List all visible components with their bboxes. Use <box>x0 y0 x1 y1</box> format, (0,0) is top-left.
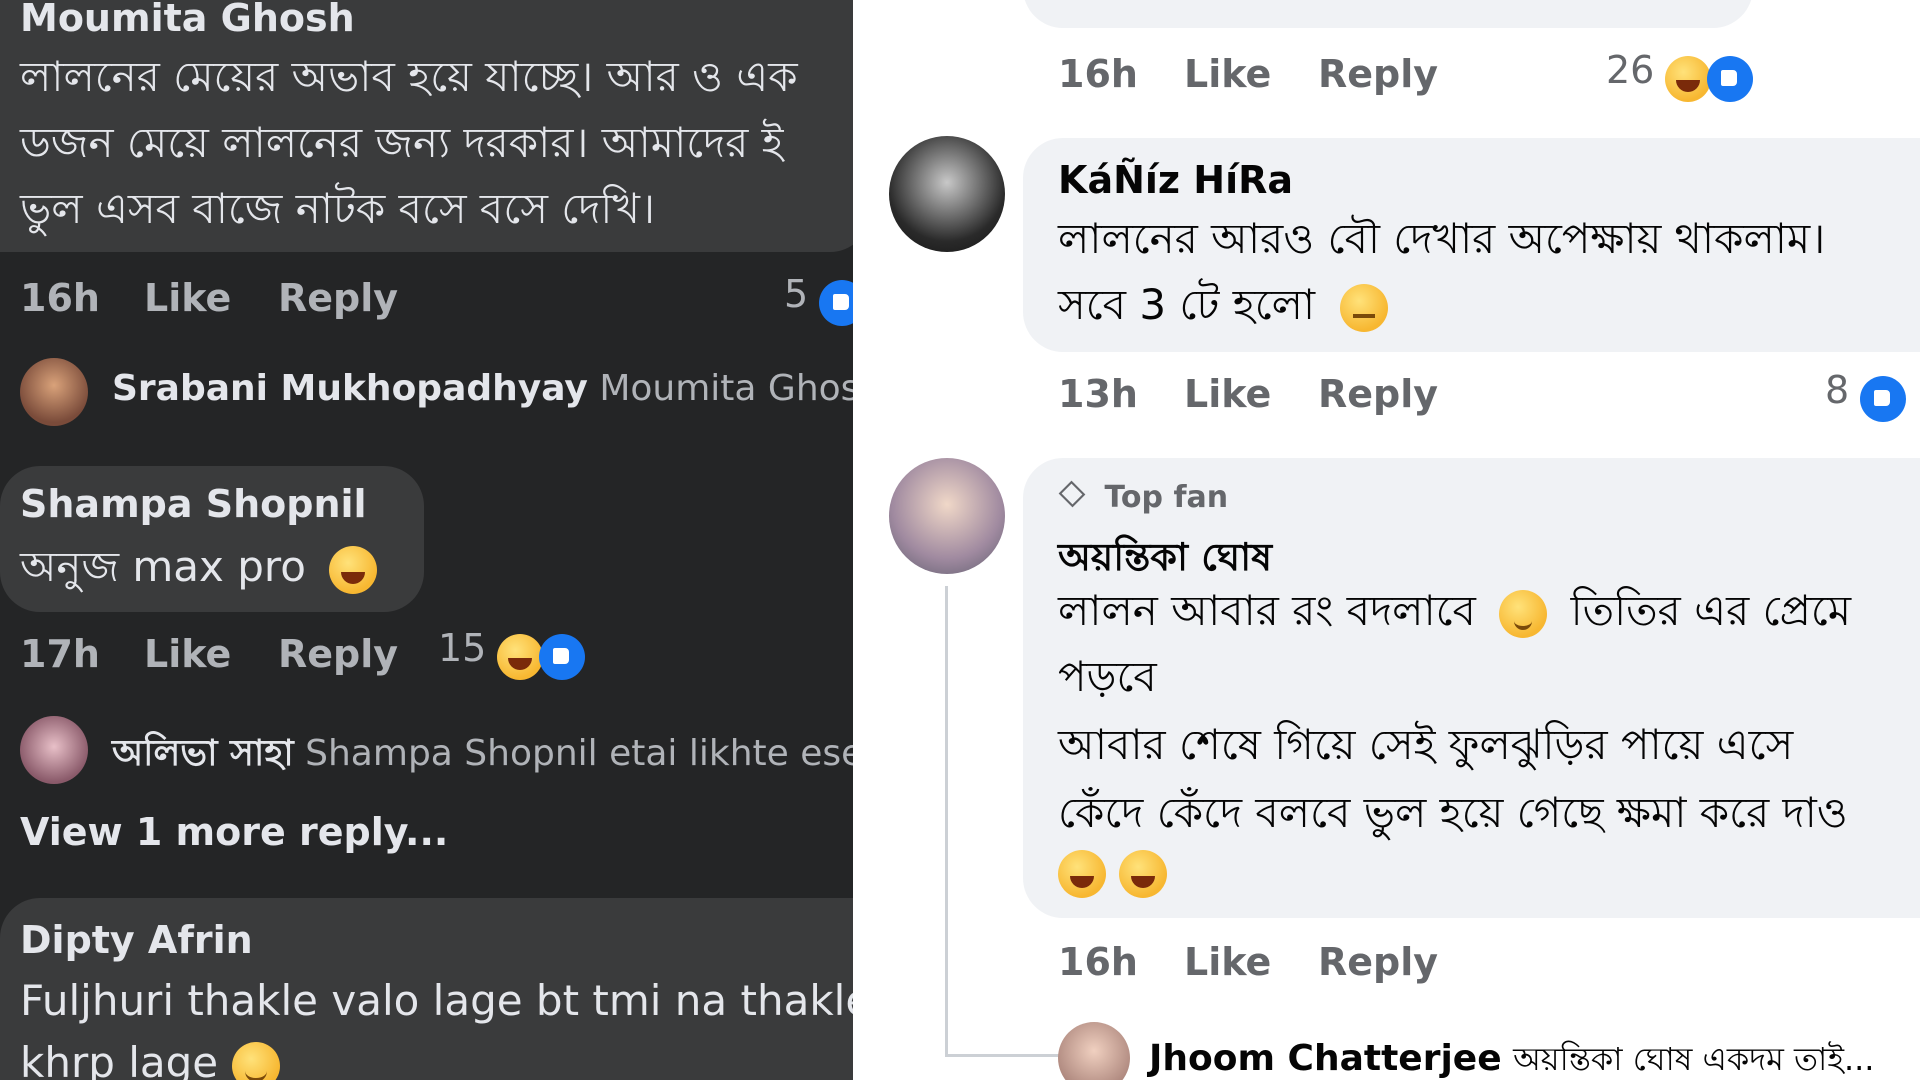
comment-text-content: সবে 3 টে হলো <box>1058 280 1316 329</box>
smirk-emoji-icon <box>1499 589 1548 638</box>
comment-text: সবে 3 টে হলো <box>1058 272 1389 338</box>
top-fan-label: Top fan <box>1104 480 1229 515</box>
comment-text: অনুজ max pro <box>20 534 378 600</box>
comment-bubble-ayantika <box>1023 458 1920 918</box>
comment-text-line: ভুল এসব বাজে নাটক বসে বসে দেখি। <box>20 184 656 233</box>
reaction-summary[interactable]: 15 <box>438 626 585 680</box>
expressionless-emoji-icon <box>1340 283 1389 332</box>
comment-author[interactable]: Dipty Afrin <box>20 918 253 962</box>
comment-author[interactable]: Shampa Shopnil <box>20 482 367 526</box>
reply-author[interactable]: Jhoom Chatterjee <box>1149 1038 1502 1079</box>
reply-button[interactable]: Reply <box>278 632 398 676</box>
comment-text-line: কেঁদে কেঁদে বলবে ভুল হয়ে গেছে ক্ষমা করে… <box>1058 788 1848 837</box>
reply-author[interactable]: অলিভা সাহা <box>112 733 294 774</box>
left-comments-panel: Moumita Ghosh লালনের মেয়ের অভাব হয়ে যা… <box>0 0 853 1080</box>
avatar[interactable] <box>1058 1022 1130 1080</box>
comment-text-content: তিতির এর প্রেমে <box>1570 586 1852 635</box>
comment-timestamp: 13h <box>1058 372 1138 416</box>
reply-button[interactable]: Reply <box>278 276 398 320</box>
avatar[interactable] <box>889 458 1005 574</box>
comment-text-content: অনুজ max pro <box>20 542 306 591</box>
like-reaction-icon <box>819 279 853 326</box>
comment-text-line: ডজন মেয়ে লালনের জন্য দরকার। আমাদের ই <box>20 118 784 167</box>
laughing-emoji-icon <box>1058 850 1106 898</box>
reply-preview[interactable]: অলিভা সাহা Shampa Shopnil etai likhte es… <box>112 726 853 786</box>
reaction-count: 15 <box>438 626 487 670</box>
avatar[interactable] <box>20 716 88 784</box>
comment-text: লালন আবার রং বদলাবে তিতির এর প্রেমে <box>1058 578 1851 644</box>
like-button[interactable]: Like <box>1184 372 1271 416</box>
like-button[interactable]: Like <box>144 276 231 320</box>
comment-timestamp: 16h <box>1058 52 1138 96</box>
like-button[interactable]: Like <box>144 632 231 676</box>
reply-preview[interactable]: Srabani Mukhopadhyay Moumita Ghosh th <box>112 368 853 409</box>
comment-timestamp: 16h <box>20 276 100 320</box>
haha-reaction-icon <box>1665 55 1712 102</box>
reaction-summary[interactable]: 5 <box>784 272 853 326</box>
reaction-count: 5 <box>784 272 809 316</box>
reaction-count: 26 <box>1606 48 1655 92</box>
comment-text: khrp lage <box>20 1030 280 1080</box>
comment-text-line: আবার শেষে গিয়ে সেই ফুলঝুড়ির পায়ে এসে <box>1058 720 1794 769</box>
reply-button[interactable]: Reply <box>1318 52 1438 96</box>
thread-line <box>945 586 948 1056</box>
laughing-emoji-icon <box>1119 850 1168 898</box>
reaction-summary[interactable]: 26 <box>1606 48 1753 102</box>
comment-bubble-top-partial <box>1023 0 1753 28</box>
like-reaction-icon <box>1860 375 1907 422</box>
reply-button[interactable]: Reply <box>1318 940 1438 984</box>
comment-text-content: লালন আবার রং বদলাবে <box>1058 586 1476 635</box>
comment-text-content: khrp lage <box>20 1038 219 1080</box>
reply-snippet: অয়ন্তিকা ঘোষ একদম তাই... <box>1513 1040 1875 1078</box>
comment-text-line: লালনের আরও বৌ দেখার অপেক্ষায় থাকলাম। <box>1058 214 1826 263</box>
comment-text-line: পড়বে <box>1058 652 1157 701</box>
reaction-count: 8 <box>1825 368 1850 412</box>
reply-snippet: Moumita Ghosh th <box>599 368 853 409</box>
comment-timestamp: 16h <box>1058 940 1138 984</box>
comment-author[interactable]: KáÑíz HíRa <box>1058 158 1293 202</box>
view-more-replies-link[interactable]: View 1 more reply... <box>20 810 448 854</box>
comment-text-line: Fuljhuri thakle valo lage bt tmi na thak… <box>20 976 853 1025</box>
reply-author[interactable]: Srabani Mukhopadhyay <box>112 368 588 409</box>
reply-button[interactable]: Reply <box>1318 372 1438 416</box>
comment-text-line: লালনের মেয়ের অভাব হয়ে যাচ্ছে। আর ও এক <box>20 52 798 101</box>
reply-preview[interactable]: Jhoom Chatterjee অয়ন্তিকা ঘোষ একদম তাই.… <box>1149 1034 1874 1080</box>
right-comments-panel: 16h Like Reply 26 KáÑíz HíRa লালনের আরও … <box>853 0 1920 1080</box>
rofl-emoji-icon <box>329 545 378 594</box>
emoji-row <box>1058 850 1168 898</box>
top-fan-badge: Top fan <box>1058 480 1228 515</box>
like-button[interactable]: Like <box>1184 52 1271 96</box>
reply-snippet: Shampa Shopnil etai likhte ese <box>305 733 853 774</box>
comment-author[interactable]: Moumita Ghosh <box>20 0 355 40</box>
like-button[interactable]: Like <box>1184 940 1271 984</box>
avatar[interactable] <box>20 358 88 426</box>
haha-reaction-icon <box>497 633 544 680</box>
smile-emoji-icon <box>231 1041 280 1080</box>
like-reaction-icon <box>538 633 585 680</box>
reaction-summary[interactable]: 8 <box>1825 368 1907 422</box>
avatar[interactable] <box>889 136 1005 252</box>
top-fan-gem-icon <box>1058 480 1086 508</box>
like-reaction-icon <box>1706 55 1753 102</box>
thread-branch <box>945 1054 1065 1057</box>
comment-timestamp: 17h <box>20 632 100 676</box>
